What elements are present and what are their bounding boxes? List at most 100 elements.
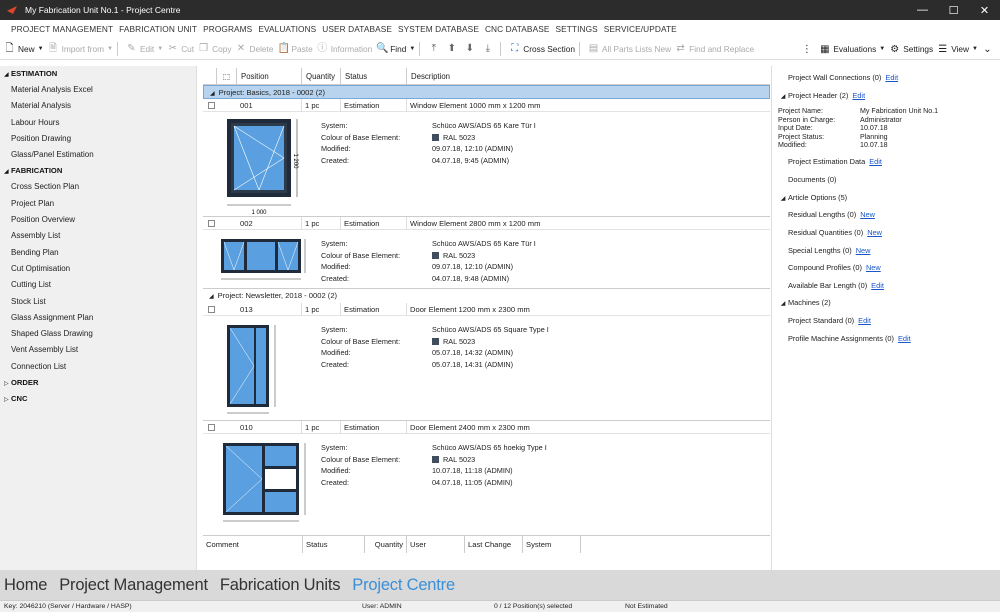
delete-button[interactable]: ✕ Delete bbox=[235, 40, 274, 58]
project-header-row[interactable]: ◢ Project Header (2) Edit bbox=[778, 90, 865, 101]
group-row-basics[interactable]: ◢ Project: Basics, 2018 - 0002 (2) bbox=[203, 85, 770, 99]
machines-row[interactable]: ◢ Machines (2) bbox=[778, 297, 831, 308]
available-bar-length-edit-link[interactable]: Edit bbox=[871, 281, 884, 290]
nav-home[interactable]: Home bbox=[4, 576, 47, 595]
window-drawing-001: 1 000 1 200 bbox=[227, 119, 298, 216]
collapse-toggle[interactable] bbox=[208, 424, 215, 431]
find-and-replace-button[interactable]: ⇄ Find and Replace bbox=[675, 40, 754, 58]
sidebar-item-glass-panel-estimation[interactable]: Glass/Panel Estimation bbox=[0, 147, 196, 163]
residual-lengths-new-link[interactable]: New bbox=[860, 210, 875, 219]
menu-system-database[interactable]: SYSTEM DATABASE bbox=[398, 24, 479, 34]
collapse-toggle[interactable] bbox=[208, 306, 215, 313]
project-standard-edit-link[interactable]: Edit bbox=[858, 316, 871, 325]
menu-cnc-database[interactable]: CNC DATABASE bbox=[485, 24, 550, 34]
estimation-data-edit-link[interactable]: Edit bbox=[869, 157, 882, 166]
move-up-button[interactable]: ⬆ bbox=[446, 40, 460, 58]
column-header-system[interactable]: System bbox=[523, 536, 581, 553]
menu-programs[interactable]: PROGRAMS bbox=[203, 24, 252, 34]
toolbar-overflow-button[interactable]: ⋮ bbox=[801, 40, 815, 58]
colour-swatch bbox=[432, 338, 439, 346]
close-button[interactable]: ✕ bbox=[969, 0, 1000, 20]
sidebar-category-cnc[interactable]: ▷ CNC bbox=[0, 391, 196, 407]
sidebar-category-order[interactable]: ▷ ORDER bbox=[0, 375, 196, 391]
column-header-comment[interactable]: Comment bbox=[203, 536, 303, 553]
column-header-quantity[interactable]: Quantity bbox=[302, 68, 341, 85]
sidebar-item-material-analysis-excel[interactable]: Material Analysis Excel bbox=[0, 82, 196, 98]
new-button[interactable]: 🗋 New ▼ bbox=[4, 40, 43, 58]
sidebar-item-labour-hours[interactable]: Labour Hours bbox=[0, 115, 196, 131]
column-header-status[interactable]: Status bbox=[341, 68, 407, 85]
grid-header-drawing[interactable]: ⬚ bbox=[217, 68, 237, 85]
move-down-button[interactable]: ⬇ bbox=[464, 40, 478, 58]
toolbar-options-button[interactable]: ⌄ bbox=[982, 40, 996, 58]
nav-project-management[interactable]: Project Management bbox=[59, 576, 208, 595]
profile-machine-assignments-edit-link[interactable]: Edit bbox=[898, 334, 911, 343]
cross-section-button[interactable]: ⛶ Cross Section bbox=[509, 40, 575, 58]
project-header-edit-link[interactable]: Edit bbox=[852, 91, 865, 100]
sidebar-category-fabrication[interactable]: ◢ FABRICATION bbox=[0, 163, 196, 179]
height-dimension: 1 200 bbox=[292, 153, 298, 169]
column-header-user[interactable]: User bbox=[407, 536, 465, 553]
sidebar-item-connection-list[interactable]: Connection List bbox=[0, 359, 196, 375]
column-header-description[interactable]: Description bbox=[407, 68, 770, 85]
sidebar-item-position-overview[interactable]: Position Overview bbox=[0, 212, 196, 228]
table-row[interactable]: 001 1 pc Estimation Window Element 1000 … bbox=[203, 99, 770, 217]
sidebar-item-stock-list[interactable]: Stock List bbox=[0, 294, 196, 310]
sidebar-item-shaped-glass-drawing[interactable]: Shaped Glass Drawing bbox=[0, 326, 196, 342]
table-row[interactable]: 002 1 pc Estimation Window Element 2800 … bbox=[203, 217, 770, 289]
nav-fabrication-units[interactable]: Fabrication Units bbox=[220, 576, 341, 595]
special-lengths-new-link[interactable]: New bbox=[856, 246, 871, 255]
residual-quantities-row: Residual Quantities (0) New bbox=[788, 228, 882, 237]
sidebar-item-glass-assignment-plan[interactable]: Glass Assignment Plan bbox=[0, 310, 196, 326]
table-row[interactable]: 010 1 pc Estimation Door Element 2400 mm… bbox=[203, 421, 770, 529]
table-row[interactable]: 013 1 pc Estimation Door Element 1200 mm… bbox=[203, 303, 770, 421]
menu-fabrication-unit[interactable]: FABRICATION UNIT bbox=[119, 24, 197, 34]
maximize-button[interactable]: ☐ bbox=[938, 0, 969, 20]
detail-modified: Modified: 10.07.18, 11:18 (ADMIN) bbox=[321, 466, 513, 476]
menu-user-database[interactable]: USER DATABASE bbox=[322, 24, 392, 34]
sidebar-item-material-analysis[interactable]: Material Analysis bbox=[0, 98, 196, 114]
group-row-newsletter[interactable]: ◢ Project: Newsletter, 2018 - 0002 (2) bbox=[203, 289, 770, 303]
sidebar-item-project-plan[interactable]: Project Plan bbox=[0, 196, 196, 212]
sidebar-item-assembly-list[interactable]: Assembly List bbox=[0, 228, 196, 244]
menu-project-management[interactable]: PROJECT MANAGEMENT bbox=[11, 24, 113, 34]
all-parts-lists-new-button[interactable]: ▤ All Parts Lists New bbox=[588, 40, 671, 58]
sidebar-item-cross-section-plan[interactable]: Cross Section Plan bbox=[0, 179, 196, 195]
column-header-status[interactable]: Status bbox=[303, 536, 365, 553]
evaluations-button[interactable]: ▦ Evaluations ▼ bbox=[819, 40, 885, 58]
sidebar-item-cut-optimisation[interactable]: Cut Optimisation bbox=[0, 261, 196, 277]
menu-settings[interactable]: SETTINGS bbox=[555, 24, 597, 34]
column-header-last-change[interactable]: Last Change bbox=[465, 536, 523, 553]
sidebar-item-cutting-list[interactable]: Cutting List bbox=[0, 277, 196, 293]
copy-button[interactable]: ❐ Copy bbox=[198, 40, 231, 58]
sidebar-item-vent-assembly-list[interactable]: Vent Assembly List bbox=[0, 342, 196, 358]
residual-quantities-new-link[interactable]: New bbox=[867, 228, 882, 237]
minimize-button[interactable]: — bbox=[907, 0, 938, 20]
collapse-toggle[interactable] bbox=[208, 220, 215, 227]
menu-evaluations[interactable]: EVALUATIONS bbox=[258, 24, 316, 34]
nav-project-centre[interactable]: Project Centre bbox=[352, 576, 455, 595]
column-header-quantity[interactable]: Quantity bbox=[365, 536, 407, 553]
chevron-down-icon: ▼ bbox=[879, 46, 886, 52]
evaluations-icon: ▦ bbox=[820, 43, 830, 55]
grid-header-expand[interactable] bbox=[203, 68, 217, 85]
compound-profiles-new-link[interactable]: New bbox=[866, 263, 881, 272]
sidebar-item-position-drawing[interactable]: Position Drawing bbox=[0, 131, 196, 147]
move-top-button[interactable]: ⤒ bbox=[428, 40, 442, 58]
import-from-button[interactable]: 🗎 Import from ▼ bbox=[48, 40, 113, 58]
edit-button[interactable]: ✎ Edit ▼ bbox=[126, 40, 163, 58]
information-button[interactable]: ⓘ Information bbox=[317, 40, 372, 58]
wall-connections-edit-link[interactable]: Edit bbox=[885, 73, 898, 82]
move-bottom-button[interactable]: ⤓ bbox=[482, 40, 496, 58]
sidebar-category-estimation[interactable]: ◢ ESTIMATION bbox=[0, 66, 196, 82]
menu-service-update[interactable]: SERVICE/UPDATE bbox=[604, 24, 677, 34]
article-options-row[interactable]: ◢ Article Options (5) bbox=[778, 192, 847, 203]
paste-button[interactable]: 📋 Paste bbox=[277, 40, 312, 58]
settings-button[interactable]: ⚙ Settings bbox=[889, 40, 933, 58]
cut-button[interactable]: ✂ Cut bbox=[167, 40, 194, 58]
view-button[interactable]: ☰ View ▼ bbox=[937, 40, 978, 58]
collapse-toggle[interactable] bbox=[208, 102, 215, 109]
column-header-position[interactable]: Position bbox=[237, 68, 302, 85]
sidebar-item-bending-plan[interactable]: Bending Plan bbox=[0, 245, 196, 261]
find-button[interactable]: 🔍 Find ▼ bbox=[376, 40, 415, 58]
